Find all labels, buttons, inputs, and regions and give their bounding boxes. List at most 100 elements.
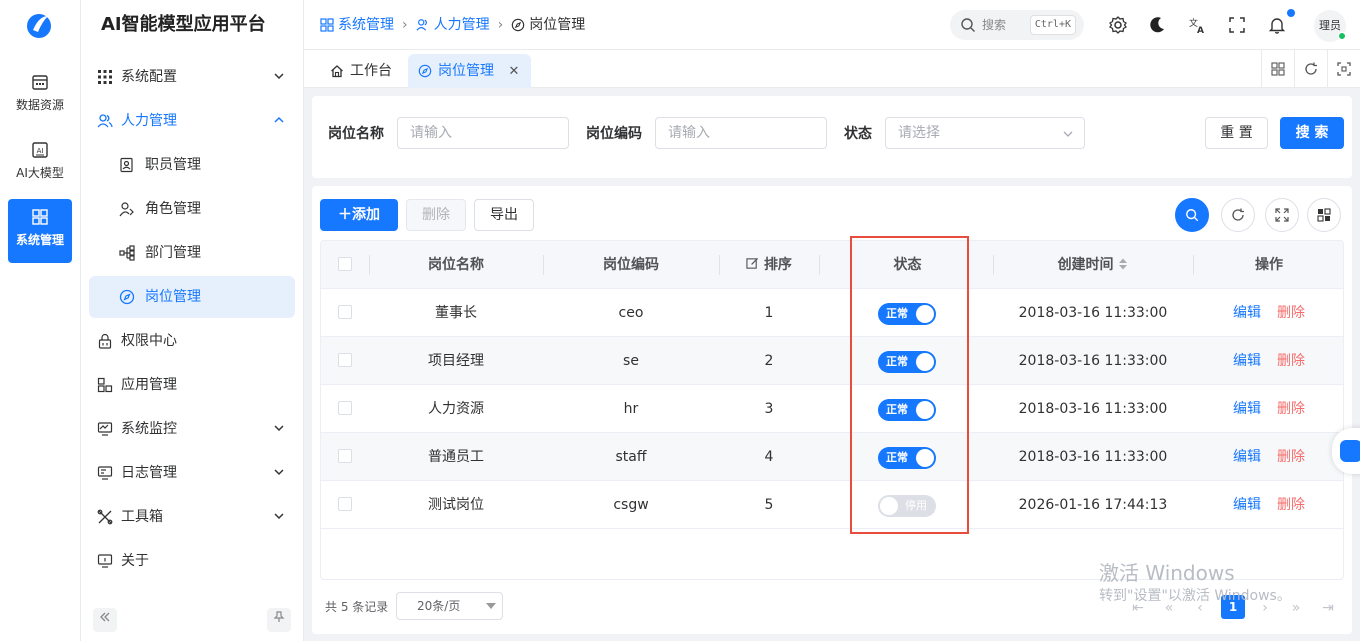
row-checkbox[interactable] xyxy=(338,353,352,367)
status-toggle[interactable]: 正常 xyxy=(878,447,936,469)
cell-created: 2018-03-16 11:33:00 xyxy=(1018,449,1168,465)
chevron-down-icon xyxy=(274,425,284,432)
menu-item-app-management[interactable]: 应用管理 xyxy=(89,364,295,406)
rail-item-data-resource[interactable]: 数据资源 xyxy=(8,64,72,128)
menu-item-role[interactable]: 角色管理 xyxy=(89,188,295,230)
tab-tools xyxy=(1261,50,1360,88)
menu-item-log-management[interactable]: 日志管理 xyxy=(89,452,295,494)
position-name-input[interactable]: 请输入 xyxy=(397,117,569,149)
columns-icon xyxy=(1317,208,1331,222)
delete-link[interactable]: 删除 xyxy=(1277,289,1305,337)
delete-link[interactable]: 删除 xyxy=(1277,385,1305,433)
rail-item-ai-model[interactable]: AI AI大模型 xyxy=(8,132,72,196)
row-checkbox[interactable] xyxy=(338,305,352,319)
windows-activation-watermark: 激活 Windows 转到"设置"以激活 Windows。 xyxy=(1099,560,1291,606)
position-table: 岗位名称 岗位编码 排序 状态 创建时间 操作 董事长 ceo 1 正常 201… xyxy=(320,240,1344,580)
cell-created: 2018-03-16 11:33:00 xyxy=(1018,353,1168,369)
floating-assistant-button[interactable] xyxy=(1332,428,1360,474)
edit-link[interactable]: 编辑 xyxy=(1233,481,1261,529)
menu-item-toolbox[interactable]: 工具箱 xyxy=(89,496,295,538)
settings-gear-icon[interactable] xyxy=(1108,15,1128,35)
rail-item-system-admin[interactable]: 系统管理 xyxy=(8,199,72,263)
tab-refresh-button[interactable] xyxy=(1294,50,1327,88)
select-all-checkbox[interactable] xyxy=(338,257,352,271)
menu-item-permission[interactable]: 权限中心 xyxy=(89,320,295,362)
menu-label: 工具箱 xyxy=(121,509,163,525)
filter-label-code: 岗位编码 xyxy=(586,126,642,142)
tab-maximize-button[interactable] xyxy=(1327,50,1360,88)
menu-item-system-monitor[interactable]: 系统监控 xyxy=(89,408,295,450)
menu-item-hr[interactable]: 人力管理 xyxy=(89,100,295,142)
search-placeholder: 搜索 xyxy=(982,18,1007,32)
toggle-search-button[interactable] xyxy=(1175,198,1209,232)
status-label: 正常 xyxy=(886,403,908,416)
status-toggle[interactable]: 正常 xyxy=(878,303,936,325)
status-toggle[interactable]: 停用 xyxy=(878,495,936,517)
menu-label: 权限中心 xyxy=(121,333,177,349)
user-avatar[interactable]: 理员 xyxy=(1314,10,1346,42)
app-rail: 数据资源 AI AI大模型 系统管理 xyxy=(0,0,81,641)
collapse-menu-button[interactable] xyxy=(93,608,117,632)
fullscreen-table-button[interactable] xyxy=(1265,198,1299,232)
column-header-created-label: 创建时间 xyxy=(1057,257,1114,273)
delete-link[interactable]: 删除 xyxy=(1277,337,1305,385)
last-page-icon[interactable]: ⇥ xyxy=(1316,596,1340,620)
row-checkbox[interactable] xyxy=(338,401,352,415)
menu-item-about[interactable]: 关于 xyxy=(89,540,295,582)
menu-item-system-config[interactable]: 系统配置 xyxy=(89,56,295,98)
column-header-created[interactable]: 创建时间 xyxy=(993,241,1193,289)
position-code-input[interactable]: 请输入 xyxy=(655,117,827,149)
add-button[interactable]: ＋添加 xyxy=(320,199,398,231)
tab-position-management[interactable]: 岗位管理 ✕ xyxy=(408,54,532,88)
edit-link[interactable]: 编辑 xyxy=(1233,337,1261,385)
dark-mode-moon-icon[interactable] xyxy=(1147,15,1167,35)
search-button[interactable]: 搜 索 xyxy=(1280,117,1344,149)
menu-item-department[interactable]: 部门管理 xyxy=(89,232,295,274)
menu-label: 岗位管理 xyxy=(145,289,201,305)
status-toggle[interactable]: 正常 xyxy=(878,351,936,373)
menu-label: 应用管理 xyxy=(121,377,177,393)
maximize-icon xyxy=(1337,62,1351,76)
chevron-down-icon xyxy=(274,469,284,476)
breadcrumb-item[interactable]: 人力管理 xyxy=(416,0,490,50)
delete-link[interactable]: 删除 xyxy=(1277,433,1305,481)
pin-menu-button[interactable] xyxy=(267,608,291,632)
status-label: 正常 xyxy=(886,451,908,464)
rail-label: 系统管理 xyxy=(15,233,64,247)
apps-icon xyxy=(97,377,113,393)
row-checkbox[interactable] xyxy=(338,497,352,511)
grid-dots-icon xyxy=(98,70,112,84)
status-toggle[interactable]: 正常 xyxy=(878,399,936,421)
global-search[interactable]: 搜索 Ctrl+K xyxy=(950,10,1084,40)
delete-button[interactable]: 删除 xyxy=(406,199,466,231)
reset-button[interactable]: 重 置 xyxy=(1205,117,1268,149)
refresh-table-button[interactable] xyxy=(1221,198,1255,232)
column-settings-button[interactable] xyxy=(1307,198,1341,232)
menu-item-position[interactable]: 岗位管理 xyxy=(89,276,295,318)
fullscreen-icon[interactable] xyxy=(1227,15,1247,35)
status-label: 正常 xyxy=(886,307,908,320)
breadcrumb-item[interactable]: 系统管理 xyxy=(320,0,394,50)
tab-workbench[interactable]: 工作台 xyxy=(320,54,404,88)
search-shortcut: Ctrl+K xyxy=(1029,15,1076,35)
row-checkbox[interactable] xyxy=(338,449,352,463)
compass-icon xyxy=(119,289,135,305)
page-size-select[interactable]: 20条/页 xyxy=(396,592,503,620)
edit-link[interactable]: 编辑 xyxy=(1233,289,1261,337)
menu-item-staff[interactable]: 职员管理 xyxy=(89,144,295,186)
cell-name: 项目经理 xyxy=(428,353,484,369)
tab-grid-button[interactable] xyxy=(1261,50,1294,88)
edit-link[interactable]: 编辑 xyxy=(1233,385,1261,433)
sort-caret-icon[interactable] xyxy=(1118,257,1128,271)
translate-icon[interactable]: 文A xyxy=(1187,15,1207,35)
export-button[interactable]: 导出 xyxy=(474,199,534,231)
edit-link[interactable]: 编辑 xyxy=(1233,433,1261,481)
status-select[interactable]: 请选择 xyxy=(885,117,1085,149)
top-header: 系统管理 › 人力管理 › 岗位管理 搜索 Ctrl+K 文A 理员 xyxy=(304,0,1360,50)
rail-label: AI大模型 xyxy=(16,166,64,180)
delete-link[interactable]: 删除 xyxy=(1277,481,1305,529)
table-row: 项目经理 se 2 正常 2018-03-16 11:33:00 编辑 删除 xyxy=(321,337,1343,385)
column-header-code: 岗位编码 xyxy=(603,257,659,273)
notification-bell-icon[interactable] xyxy=(1267,15,1287,35)
close-icon[interactable]: ✕ xyxy=(508,64,519,79)
